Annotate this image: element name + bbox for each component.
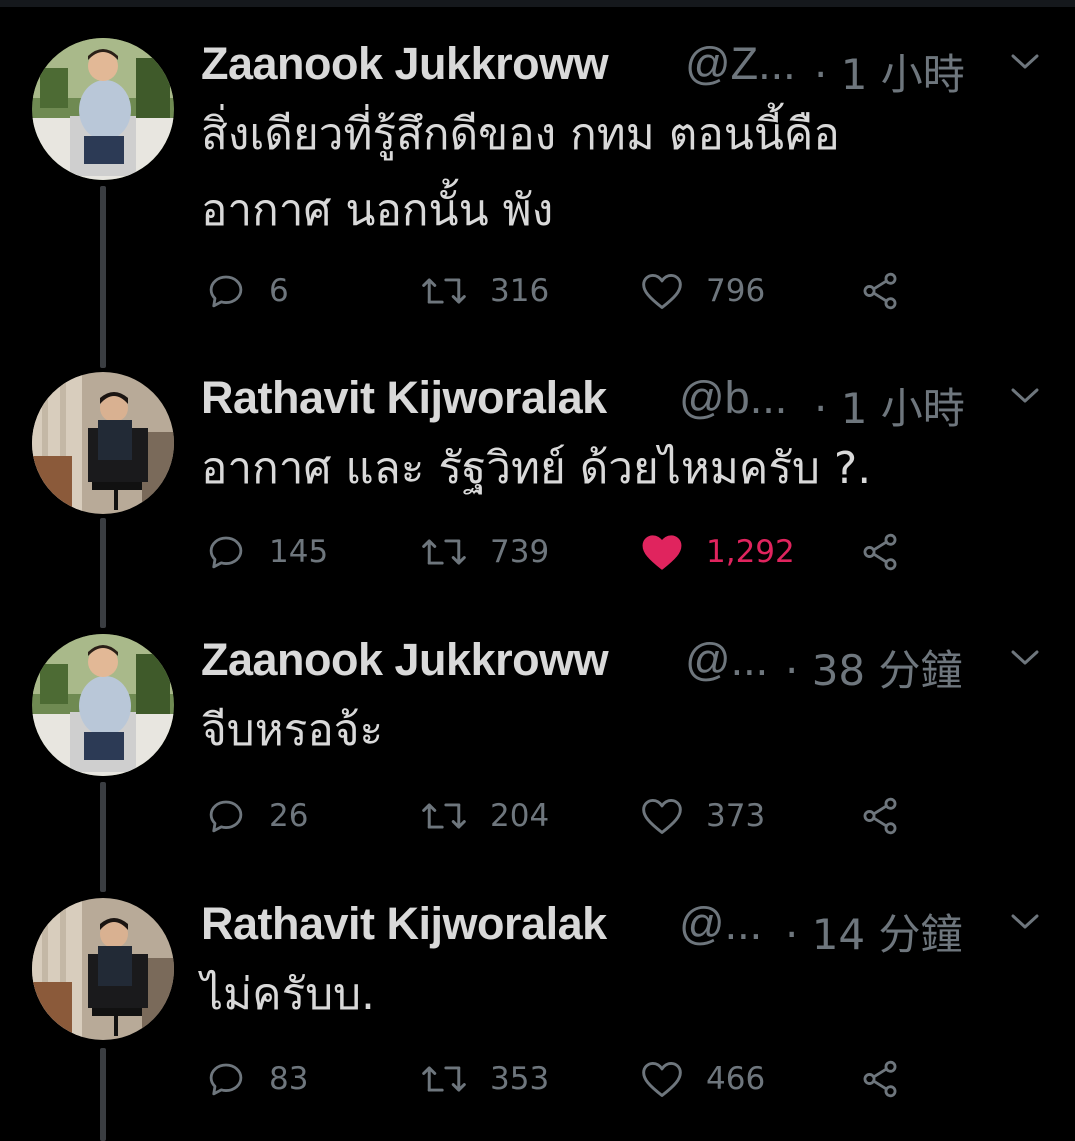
reply-button[interactable]: 83 <box>205 1054 308 1104</box>
display-name[interactable]: Rathavit Kijworalak <box>201 898 607 950</box>
like-button[interactable]: 373 <box>640 791 765 841</box>
retweet-button[interactable]: 204 <box>420 791 549 841</box>
share-icon <box>863 272 897 310</box>
like-button[interactable]: 466 <box>640 1054 765 1104</box>
display-name[interactable]: Rathavit Kijworalak <box>201 372 607 424</box>
chevron-down-icon[interactable] <box>1010 52 1040 72</box>
user-handle[interactable]: @Z... <box>685 38 796 90</box>
tweet[interactable]: Zaanook Jukkroww @... · 38 分鐘 จีบหรอจ้ะ … <box>0 634 1075 844</box>
reply-icon <box>209 1063 243 1096</box>
retweet-icon <box>422 278 466 304</box>
share-icon <box>863 1060 897 1098</box>
like-count: 796 <box>706 273 766 309</box>
user-handle[interactable]: @... <box>679 898 762 950</box>
tweet-header: Zaanook Jukkroww @... · 38 分鐘 <box>201 634 1075 695</box>
reply-button[interactable]: 6 <box>205 266 289 316</box>
display-name[interactable]: Zaanook Jukkroww <box>201 38 609 90</box>
retweet-button[interactable]: 353 <box>420 1054 549 1104</box>
display-name[interactable]: Zaanook Jukkroww <box>201 634 609 686</box>
heart-icon <box>642 273 682 309</box>
retweet-count: 353 <box>490 1061 550 1097</box>
timestamp[interactable]: · 1 小時 <box>814 41 965 102</box>
user-handle[interactable]: @... <box>685 634 768 686</box>
avatar-rathavit[interactable] <box>32 898 174 1040</box>
heart-filled-icon <box>642 535 682 570</box>
reply-icon <box>209 800 243 833</box>
like-count: 466 <box>706 1061 766 1097</box>
tweet-text-line: ไม่ครับบ. <box>201 969 376 1020</box>
tweet-text-line: อากาศ และ รัฐวิทย์ ด้วยไหมครับ ?. <box>201 443 872 494</box>
share-icon <box>863 533 897 571</box>
like-button[interactable]: 796 <box>640 266 765 316</box>
retweet-button[interactable]: 739 <box>420 527 549 577</box>
heart-icon <box>642 798 682 834</box>
avatar-rathavit[interactable] <box>32 372 174 514</box>
tweet-text-line: อากาศ นอกนั้น พัง <box>201 185 554 236</box>
like-button[interactable]: 1,292 <box>640 527 795 577</box>
tweet-text-line: สิ่งเดียวที่รู้สึกดีของ กทม ตอนนี้คือ <box>201 109 840 160</box>
tweet-header: Zaanook Jukkroww @Z... · 1 小時 <box>201 38 1075 99</box>
retweet-icon <box>422 803 466 829</box>
retweet-icon <box>422 539 466 565</box>
retweet-count: 204 <box>490 798 550 834</box>
timestamp[interactable]: · 1 小時 <box>814 375 965 436</box>
retweet-button[interactable]: 316 <box>420 266 549 316</box>
avatar-zaanook[interactable] <box>32 38 174 180</box>
share-icon <box>863 797 897 835</box>
reply-button[interactable]: 26 <box>205 791 308 841</box>
reply-button[interactable]: 145 <box>205 527 328 577</box>
chevron-down-icon[interactable] <box>1010 912 1040 932</box>
reply-count: 83 <box>269 1061 309 1097</box>
avatar-zaanook[interactable] <box>32 634 174 776</box>
chevron-down-icon[interactable] <box>1010 648 1040 668</box>
reply-icon <box>209 536 243 569</box>
retweet-count: 739 <box>490 534 550 570</box>
reply-count: 26 <box>269 798 309 834</box>
share-button[interactable] <box>858 527 902 577</box>
retweet-icon <box>422 1066 466 1092</box>
tweet-header: Rathavit Kijworalak @b... · 1 小時 <box>201 372 1075 433</box>
chevron-down-icon[interactable] <box>1010 386 1040 406</box>
heart-icon <box>642 1061 682 1097</box>
timestamp[interactable]: · 14 分鐘 <box>785 901 963 962</box>
tweet[interactable]: Rathavit Kijworalak @b... · 1 小時 อากาศ แ… <box>0 372 1075 582</box>
tweet-text-line: จีบหรอจ้ะ <box>201 705 384 756</box>
tweet-header: Rathavit Kijworalak @... · 14 分鐘 <box>201 898 1075 959</box>
reply-icon <box>209 275 243 308</box>
reply-count: 6 <box>269 273 289 309</box>
timestamp[interactable]: · 38 分鐘 <box>785 637 963 698</box>
tweet[interactable]: Zaanook Jukkroww @Z... · 1 小時 สิ่งเดียวท… <box>0 38 1075 328</box>
tweet[interactable]: Rathavit Kijworalak @... · 14 分鐘 ไม่ครับ… <box>0 898 1075 1108</box>
user-handle[interactable]: @b... <box>679 372 787 424</box>
share-button[interactable] <box>858 266 902 316</box>
like-count: 1,292 <box>706 534 795 570</box>
share-button[interactable] <box>858 791 902 841</box>
share-button[interactable] <box>858 1054 902 1104</box>
retweet-count: 316 <box>490 273 550 309</box>
like-count: 373 <box>706 798 766 834</box>
reply-count: 145 <box>269 534 329 570</box>
top-divider <box>0 0 1075 7</box>
